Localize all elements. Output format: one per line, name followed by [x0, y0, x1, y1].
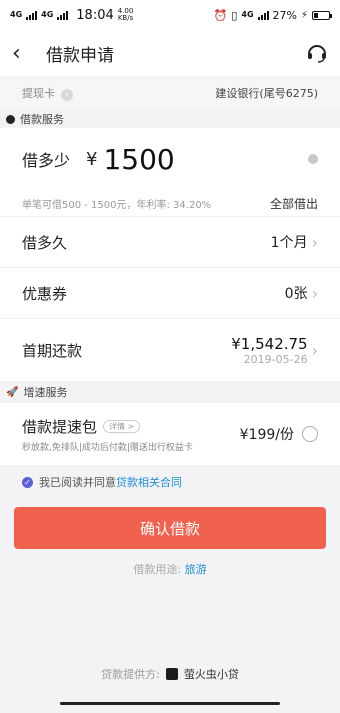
currency-symbol: ¥	[86, 148, 98, 170]
agreement-text: 我已阅读并同意	[39, 476, 116, 489]
borrow-all-button[interactable]: 全部借出	[270, 195, 318, 212]
boost-service-header: 🚀 增速服务	[0, 381, 340, 403]
signal-icon-2	[57, 10, 69, 20]
provider-logo-icon	[165, 668, 178, 680]
loan-purpose-value[interactable]: 旅游	[185, 563, 207, 576]
contract-link[interactable]: 贷款相关合同	[116, 474, 182, 490]
chevron-right-icon: ›	[311, 340, 318, 360]
loan-service-header: 借款服务	[0, 110, 340, 128]
status-bar: 4G 4G 18:04 4.00 KB/s ⏰ ▯ 4G 27% ⚡	[0, 0, 340, 30]
provider-name: 萤火虫小贷	[183, 668, 239, 681]
alarm-icon: ⏰	[213, 8, 228, 22]
boost-package-row[interactable]: 借款提速包 详情 > 秒放款,免排队|成功后付款|赠送出行权益卡 ¥199/份	[0, 403, 340, 465]
agreement-row: ✓ 我已阅读并同意 贷款相关合同	[0, 465, 340, 499]
back-icon[interactable]: ‹	[12, 41, 36, 66]
network-label-1: 4G	[10, 10, 23, 19]
network-label-3: 4G	[241, 10, 254, 19]
amount-row[interactable]: 借多少 ¥ 1500	[0, 128, 340, 190]
boost-price: ¥199/份	[239, 427, 294, 443]
battery-icon	[312, 10, 332, 20]
repayment-label: 首期还款	[22, 341, 83, 360]
bank-card-value[interactable]: 建设银行(尾号6275)	[215, 85, 318, 101]
checkbox-checked-icon[interactable]: ✓	[22, 476, 33, 488]
charging-icon: ⚡	[300, 9, 308, 21]
loan-service-title: 借款服务	[20, 113, 64, 126]
boost-radio[interactable]	[302, 426, 318, 442]
network-speed: 4.00 KB/s	[117, 7, 134, 22]
network-label-2: 4G	[41, 10, 54, 19]
boost-title: 借款提速包	[22, 417, 98, 436]
home-indicator	[60, 702, 280, 705]
term-row[interactable]: 借多久 1个月 ›	[0, 216, 340, 267]
amount-input[interactable]: 1500	[103, 143, 174, 176]
signal-icon	[26, 10, 38, 20]
rocket-icon: 🚀	[6, 386, 19, 398]
loan-panel: 借多少 ¥ 1500 单笔可借500 - 1500元，年利率: 34.20% 全…	[0, 128, 340, 381]
amount-range-text: 单笔可借500 - 1500元，年利率: 34.20%	[22, 199, 212, 211]
repayment-value: ¥1,542.75 2019-05-26 ›	[231, 335, 318, 366]
amount-label: 借多少	[22, 151, 71, 170]
term-label: 借多久	[22, 233, 68, 252]
loan-purpose: 借款用途: 旅游	[133, 563, 207, 576]
customer-service-icon[interactable]	[306, 42, 328, 68]
coupon-value: 0张 ›	[284, 283, 318, 303]
status-left: 4G 4G 18:04 4.00 KB/s	[10, 8, 133, 23]
chevron-right-icon: ›	[311, 232, 318, 252]
withdraw-card-row: 提现卡 i 建设银行(尾号6275)	[0, 76, 340, 110]
clock: 18:04	[76, 7, 114, 23]
signal-icon-3	[257, 10, 269, 20]
boost-description: 秒放款,免排队|成功后付款|赠送出行权益卡	[22, 442, 193, 453]
page-title: 借款申请	[46, 45, 114, 66]
info-icon[interactable]: i	[61, 89, 73, 101]
repayment-date: 2019-05-26	[243, 352, 308, 366]
battery-percent: 27%	[272, 8, 297, 22]
chevron-right-icon: ›	[311, 283, 318, 303]
nav-bar: ‹ 借款申请	[0, 30, 340, 76]
details-tag[interactable]: 详情 >	[103, 419, 141, 433]
boost-service-title: 增速服务	[23, 386, 68, 399]
coupon-row[interactable]: 优惠券 0张 ›	[0, 267, 340, 318]
coupon-label: 优惠券	[22, 284, 68, 303]
vibrate-icon: ▯	[231, 8, 238, 22]
amount-range-row: 单笔可借500 - 1500元，年利率: 34.20% 全部借出	[0, 190, 340, 216]
term-value: 1个月 ›	[270, 232, 318, 252]
loan-provider: 贷款提供方: 萤火虫小贷	[0, 666, 340, 682]
provider-label: 贷款提供方:	[101, 668, 160, 681]
status-right: ⏰ ▯ 4G 27% ⚡	[213, 8, 332, 22]
withdraw-label: 提现卡 i	[22, 85, 73, 101]
clear-icon[interactable]	[308, 154, 318, 164]
repayment-amount: ¥1,542.75	[231, 334, 308, 353]
confirm-loan-button[interactable]: 确认借款	[14, 507, 326, 549]
repayment-row[interactable]: 首期还款 ¥1,542.75 2019-05-26 ›	[0, 318, 340, 381]
loan-service-icon	[6, 114, 15, 124]
